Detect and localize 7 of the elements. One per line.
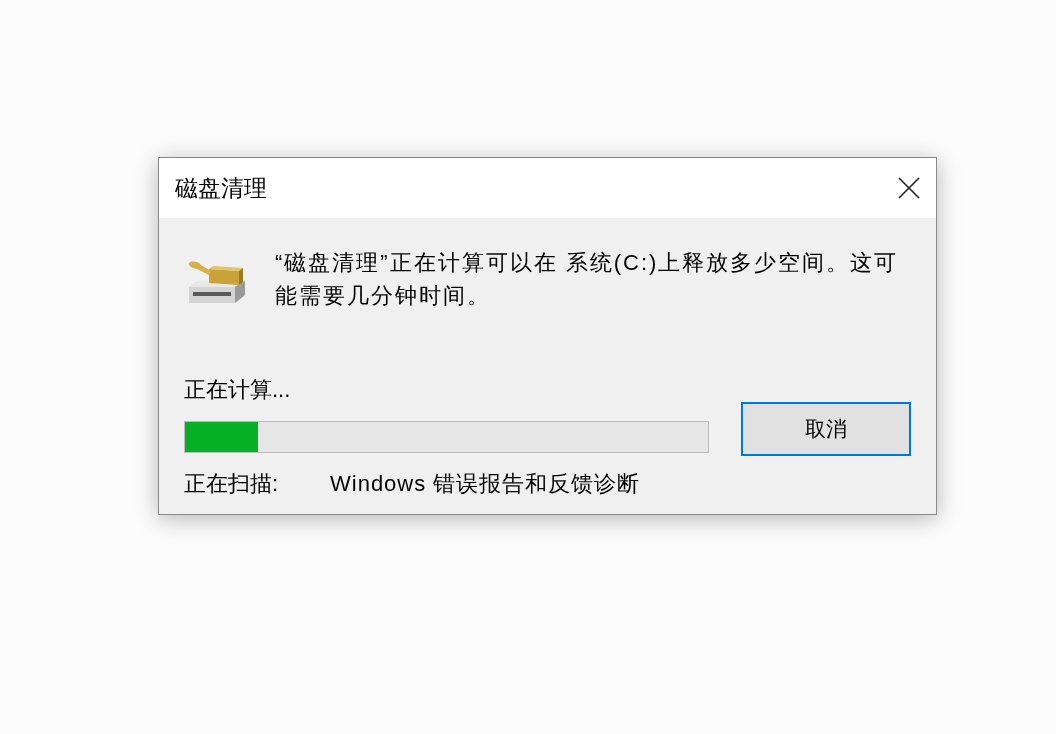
cancel-button[interactable]: 取消 [741,402,911,456]
status-text: 正在计算... [184,376,292,404]
close-icon [898,177,920,199]
message-text: “磁盘清理”正在计算可以在 系统(C:)上释放多少空间。这可能需要几分钟时间。 [275,249,900,310]
scan-item-text: Windows 错误报告和反馈诊断 [330,470,641,498]
scan-label: 正在扫描: [184,470,280,498]
window-title: 磁盘清理 [175,174,267,203]
